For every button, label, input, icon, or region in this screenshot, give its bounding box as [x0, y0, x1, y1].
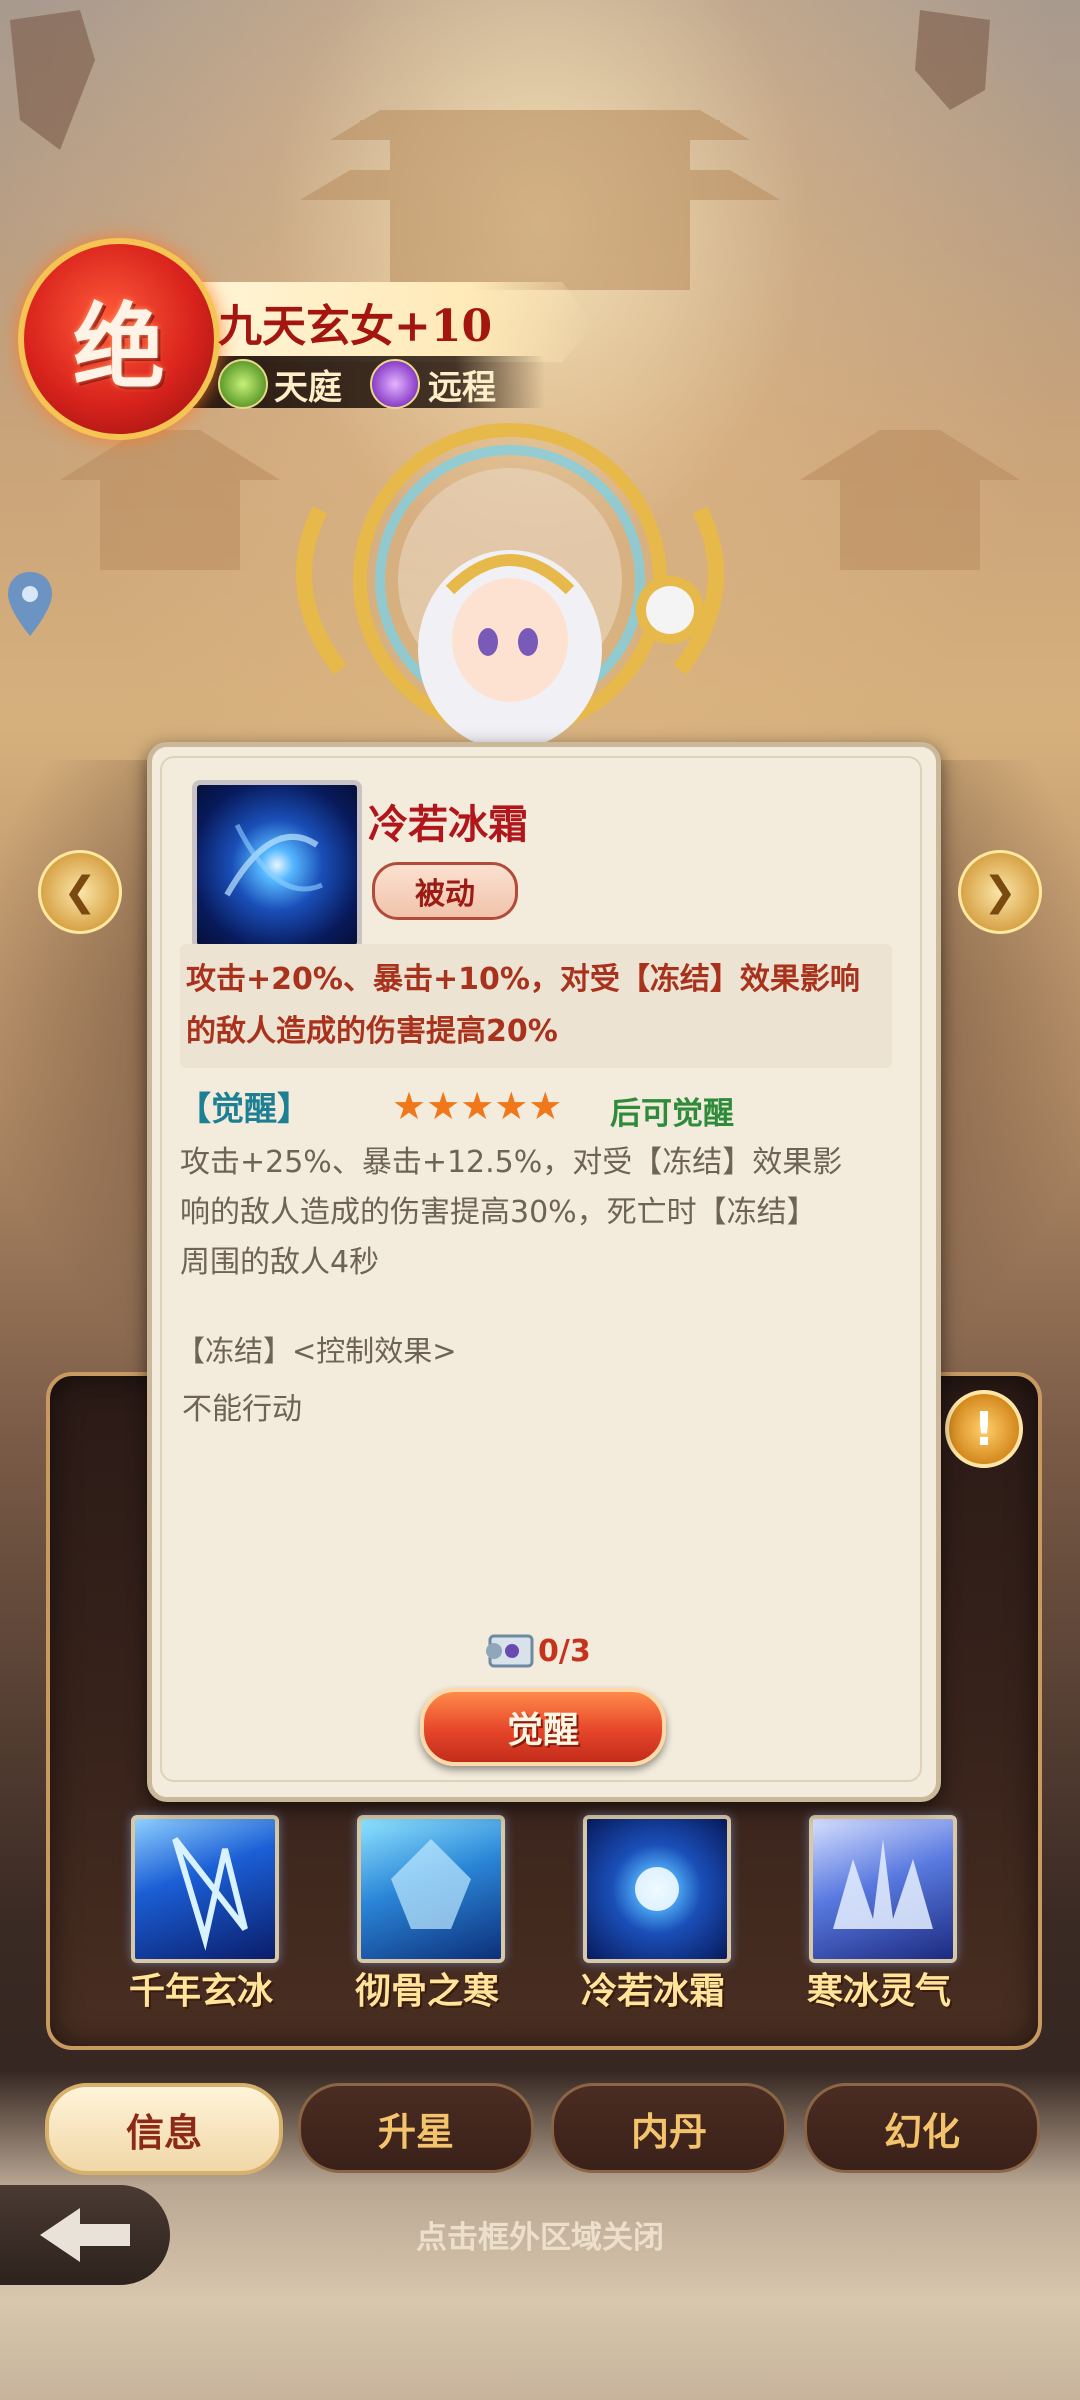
tab-star-up[interactable]: 升星 — [298, 2083, 534, 2173]
next-hero-button[interactable]: ❯ — [958, 850, 1042, 934]
awaken-effect-text: 攻击+25%、暴击+12.5%，对受【冻结】效果影 响的敌人造成的伤害提高30%… — [180, 1145, 843, 1280]
skill-type-badge: 被动 — [372, 862, 518, 920]
hero-rank-badge: 绝 — [18, 238, 220, 440]
scroll-icon — [486, 1634, 534, 1668]
skill-name-3: 冷若冰霜 — [580, 1970, 725, 2012]
freeze-effect-desc: 不能行动 — [182, 1392, 302, 1427]
close-hint: 点击框外区域关闭 — [416, 2220, 664, 2256]
hero-rank-char: 绝 — [72, 292, 165, 401]
hero-faction: 天庭 — [274, 368, 342, 408]
range-icon — [370, 359, 420, 409]
tab-inner-core[interactable]: 内丹 — [551, 2083, 787, 2173]
hero-portrait — [296, 423, 724, 750]
exclamation-icon: ! — [973, 1402, 995, 1456]
tab-transform[interactable]: 幻化 — [804, 2083, 1040, 2173]
hero-name: 九天玄女+10 — [218, 301, 493, 352]
material-count: 0/3 — [538, 1634, 591, 1669]
ice-spikes-icon — [833, 1839, 933, 1929]
chevron-left-icon: ❮ — [63, 869, 97, 915]
frost-orb-icon — [635, 1867, 679, 1911]
ice-crystal-icon — [391, 1839, 471, 1929]
freeze-effect-label: 【冻结】<控制效果> — [176, 1334, 457, 1368]
previous-hero-button[interactable]: ❮ — [38, 850, 122, 934]
faction-icon — [218, 359, 268, 409]
ice-shard-icon — [172, 1837, 248, 1951]
awaken-button[interactable]: 觉醒 — [420, 1688, 666, 1766]
frost-orb-icon — [224, 823, 324, 897]
skill-slot-4[interactable] — [809, 1815, 957, 1963]
awaken-label: 【觉醒】 — [178, 1089, 310, 1128]
info-button[interactable]: ! — [945, 1390, 1023, 1468]
skill-slot-2[interactable] — [357, 1815, 505, 1963]
awaken-star-requirement: ★★★★★ — [392, 1084, 563, 1128]
tab-info[interactable]: 信息 — [45, 2083, 283, 2175]
skill-title: 冷若冰霜 — [368, 801, 528, 848]
map-pin-icon[interactable] — [6, 570, 54, 638]
skill-detail-icon — [192, 780, 362, 950]
awaken-condition: 后可觉醒 — [610, 1096, 734, 1132]
chevron-right-icon: ❯ — [983, 869, 1017, 915]
skill-name-4: 寒冰灵气 — [806, 1970, 951, 2012]
skill-slot-3[interactable] — [583, 1815, 731, 1963]
skill-name-2: 彻骨之寒 — [354, 1970, 499, 2012]
skill-slot-1[interactable] — [131, 1815, 279, 1963]
skill-effect-text: 攻击+20%、暴击+10%，对受【冻结】效果影响 的敌人造成的伤害提高20% — [180, 944, 892, 1068]
hero-range: 远程 — [428, 368, 496, 408]
skill-name-1: 千年玄冰 — [128, 1970, 273, 2012]
